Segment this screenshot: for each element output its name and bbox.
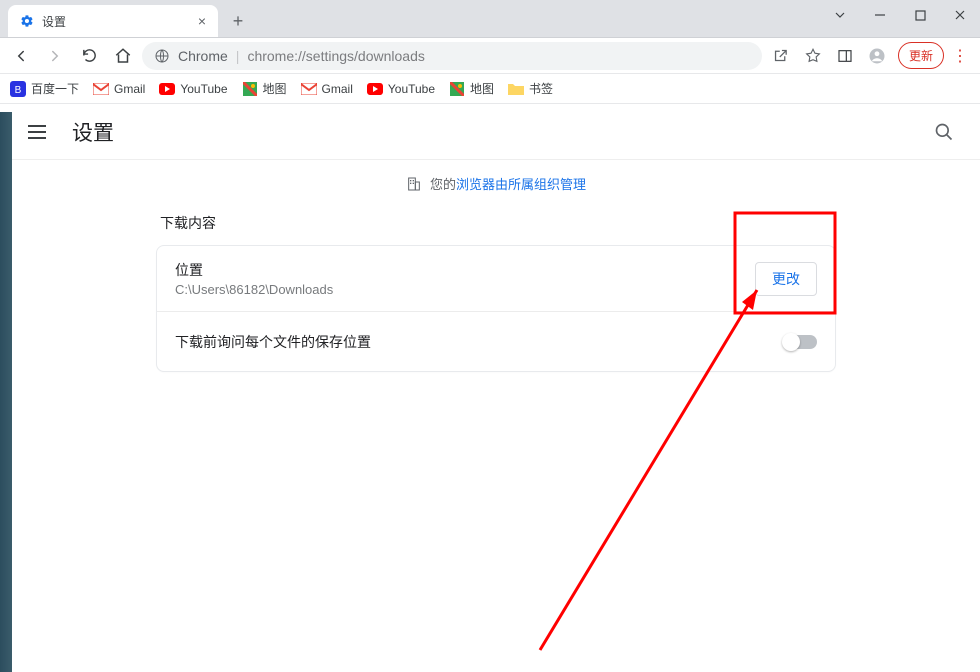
location-path: C:\Users\86182\Downloads [175,282,333,297]
ask-save-toggle[interactable] [783,335,817,349]
reload-button[interactable] [74,41,104,71]
bookmark-youtube-2[interactable]: YouTube [367,81,435,97]
page-title: 设置 [72,117,114,147]
youtube-icon [367,81,383,97]
side-panel-icon[interactable] [830,41,860,71]
new-tab-button[interactable]: + [224,7,252,35]
managed-banner: 您的浏览器由所属组织管理 [12,160,980,203]
settings-header: 设置 [12,104,980,160]
minimize-button[interactable] [860,0,900,30]
share-icon[interactable] [766,41,796,71]
managed-link[interactable]: 浏览器由所属组织管理 [456,177,586,192]
ask-save-label: 下载前询问每个文件的保存位置 [175,332,371,352]
browser-titlebar: 设置 × + [0,0,980,38]
update-button[interactable]: 更新 [898,42,944,69]
back-button[interactable] [6,41,36,71]
search-icon[interactable] [934,122,964,142]
bookmark-label: 百度一下 [31,80,79,97]
bookmark-gmail-2[interactable]: Gmail [301,81,353,97]
baidu-icon: B [10,81,26,97]
address-url: chrome://settings/downloads [247,48,424,64]
menu-icon[interactable] [28,120,52,144]
bookmark-maps-2[interactable]: 地图 [449,80,494,97]
downloads-card: 位置 C:\Users\86182\Downloads 更改 下载前询问每个文件… [156,245,836,372]
address-toolbar: Chrome | chrome://settings/downloads 更新 … [0,38,980,74]
gmail-icon [301,81,317,97]
change-location-button[interactable]: 更改 [755,262,817,296]
address-separator: | [236,48,240,64]
star-icon[interactable] [798,41,828,71]
window-left-shadow [0,112,12,672]
location-label: 位置 [175,260,333,280]
bookmark-label: 书签 [529,80,553,97]
bookmark-baidu[interactable]: B 百度一下 [10,80,79,97]
gear-icon [20,14,34,28]
bookmark-label: YouTube [180,82,227,96]
maps-icon [242,81,258,97]
bookmark-label: YouTube [388,82,435,96]
address-host: Chrome [178,48,228,64]
settings-content: 下载内容 位置 C:\Users\86182\Downloads 更改 下载前询… [156,203,836,372]
bookmarks-bar: B 百度一下 Gmail YouTube 地图 Gmail YouTube 地图… [0,74,980,104]
forward-button[interactable] [40,41,70,71]
window-controls [820,0,980,30]
section-title: 下载内容 [156,203,836,245]
managed-prefix: 您的 [430,177,456,192]
close-window-button[interactable] [940,0,980,30]
bookmark-maps[interactable]: 地图 [242,80,287,97]
bookmark-label: Gmail [114,82,145,96]
bookmark-label: Gmail [322,82,353,96]
youtube-icon [159,81,175,97]
settings-page: 设置 您的浏览器由所属组织管理 下载内容 位置 C:\Users\86182\D… [12,104,980,672]
bookmark-label: 地图 [470,80,494,97]
home-button[interactable] [108,41,138,71]
building-icon [406,176,422,192]
browser-tab-active[interactable]: 设置 × [8,5,218,37]
svg-text:B: B [15,85,22,96]
maps-icon [449,81,465,97]
address-bar[interactable]: Chrome | chrome://settings/downloads [142,42,762,70]
gmail-icon [93,81,109,97]
kebab-menu-icon[interactable]: ⋮ [946,46,974,66]
site-info-icon[interactable] [154,48,170,64]
bookmark-youtube[interactable]: YouTube [159,81,227,97]
close-icon[interactable]: × [198,13,206,29]
ask-save-row: 下载前询问每个文件的保存位置 [157,311,835,371]
download-location-row: 位置 C:\Users\86182\Downloads 更改 [157,246,835,311]
maximize-button[interactable] [900,0,940,30]
bookmark-folder[interactable]: 书签 [508,80,553,97]
folder-icon [508,81,524,97]
profile-icon[interactable] [862,41,892,71]
chevron-down-icon[interactable] [820,0,860,30]
bookmark-label: 地图 [263,80,287,97]
bookmark-gmail[interactable]: Gmail [93,81,145,97]
tab-title: 设置 [42,13,66,30]
